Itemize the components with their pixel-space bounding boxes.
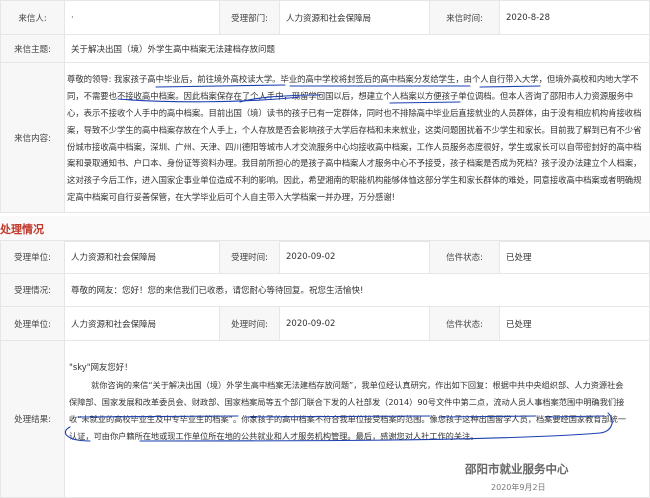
dept-value: 人力资源和社会保障局 (279, 0, 430, 35)
sender-value: · (64, 0, 220, 35)
accept-unit-label: 受理单位: (0, 240, 65, 274)
handle-status-value: 已处理 (499, 306, 650, 341)
accept-unit-value: 人力资源和社会保障局 (64, 240, 220, 274)
result-body: 就你咨询的来信“关于解决出国（境）外学生高中档案无法建档存放问题”，我单位经认真… (69, 380, 627, 441)
subject-label: 来信主题: (0, 34, 65, 63)
subject-value: 关于解决出国（境）外学生高中档案无法建档存放问题 (64, 34, 650, 63)
accept-situation-value: 尊敬的网友：您好！您的来信我们已收悉，请您耐心等待回复。祝您生活愉快! (64, 273, 650, 307)
letter-time-label: 来信时间: (429, 0, 500, 35)
handle-unit-label: 处理单位: (0, 306, 65, 341)
accept-situation-label: 受理情况: (0, 273, 65, 307)
accept-status-value: 已处理 (499, 240, 650, 274)
process-table: 受理单位: 人力资源和社会保障局 受理时间: 2020-09-02 信件状态: … (0, 240, 650, 498)
handle-time-label: 处理时间: (219, 306, 280, 341)
accept-time-value: 2020-09-02 (279, 240, 430, 274)
dept-label: 受理部门: (219, 0, 280, 35)
letter-table: 来信人: · 受理部门: 人力资源和社会保障局 来信时间: 2020-8-28 … (0, 0, 650, 213)
letter-time-value: 2020-8-28 (499, 0, 650, 35)
result-greeting: "sky"网友您好！ (69, 362, 133, 372)
section-title: 处理情况 (0, 223, 44, 236)
handle-status-label: 信件状态: (429, 306, 500, 341)
result-date: 2020年9月2日 (491, 483, 546, 492)
result-label: 处理结果: (0, 340, 65, 498)
section-header: 处理情况 (0, 216, 650, 242)
handle-time-value: 2020-09-02 (279, 306, 430, 341)
content-label: 来信内容: (0, 62, 65, 213)
accept-time-label: 受理时间: (219, 240, 280, 274)
accept-status-label: 信件状态: (429, 240, 500, 274)
content-value: 尊敬的领导: 我家孩子高中毕业后，前往境外高校读大学。毕业的高中学校将封签后的高… (64, 62, 650, 213)
handle-unit-value: 人力资源和社会保障局 (64, 306, 220, 341)
sender-label: 来信人: (0, 0, 65, 35)
result-content: "sky"网友您好！ 就你咨询的来信“关于解决出国（境）外学生高中档案无法建档存… (65, 341, 649, 497)
result-org: 邵阳市就业服务中心 (465, 462, 569, 476)
